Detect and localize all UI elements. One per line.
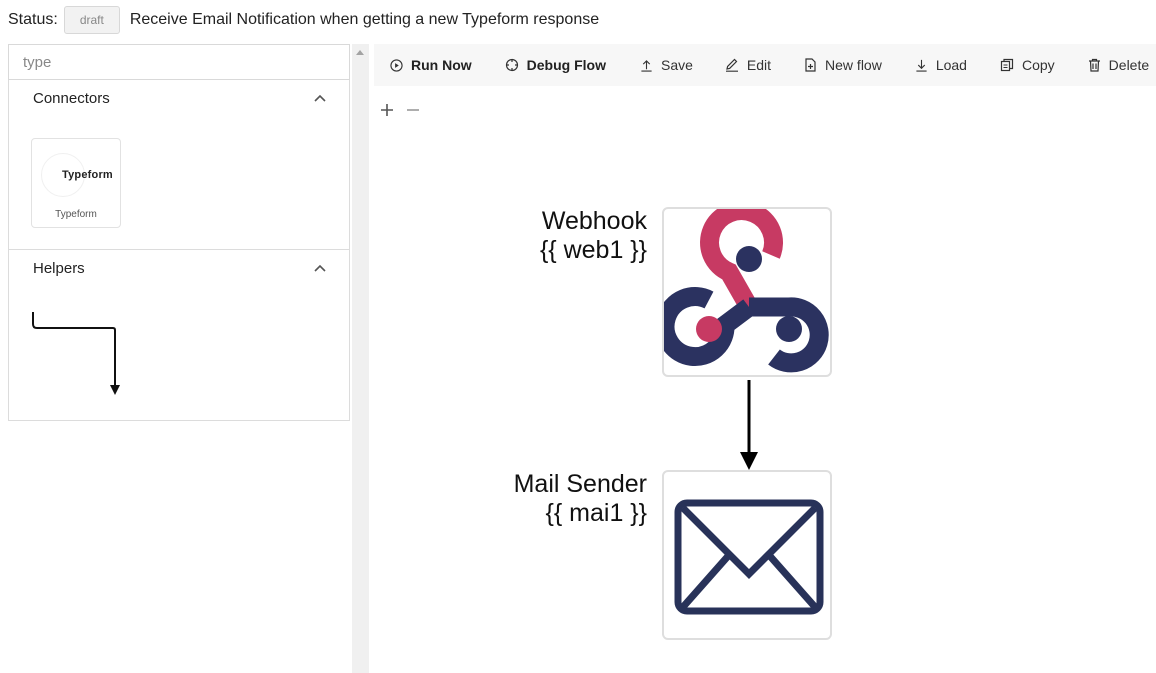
connector-arrow-helper-icon[interactable] [25,306,125,396]
run-now-button[interactable]: Run Now [390,57,472,73]
mail-sender-node[interactable] [662,470,832,640]
copy-label: Copy [1021,57,1055,73]
debug-flow-button[interactable]: Debug Flow [505,57,606,73]
webhook-icon [655,201,829,373]
status-label: Status: [8,11,58,28]
webhook-node-label: Webhook {{ web1 }} [347,207,647,265]
connection-arrow [740,380,758,470]
edit-label: Edit [746,57,772,73]
debug-flow-label: Debug Flow [526,57,606,73]
trash-icon [1088,58,1100,72]
pencil-icon [725,58,738,72]
webhook-node-ref: {{ web1 }} [539,236,647,264]
connectors-section: Connectors Typeform Typeform [8,80,350,250]
play-circle-icon [390,58,403,72]
delete-label: Delete [1108,57,1150,73]
save-label: Save [660,57,693,73]
save-button[interactable]: Save [640,57,693,73]
flow-title: Receive Email Notification when getting … [129,11,600,28]
upload-icon [641,59,652,72]
scroll-up-arrow-icon[interactable] [356,50,364,55]
status-bar: Status: draft Receive Email Notification… [8,6,599,34]
helpers-section-header[interactable]: Helpers [9,250,349,286]
webhook-node[interactable] [655,201,832,377]
new-file-icon [805,58,816,72]
helpers-section-title: Helpers [33,259,85,277]
mail-sender-node-label: Mail Sender {{ mai1 }} [347,470,647,528]
chevron-up-icon[interactable] [313,91,327,105]
connectors-section-header[interactable]: Connectors [9,80,349,116]
helpers-section: Helpers [8,250,350,421]
copy-icon [1000,58,1014,72]
connector-tile-typeform[interactable]: Typeform Typeform [31,138,121,228]
zoom-out-icon[interactable] [406,102,420,118]
edit-button[interactable]: Edit [725,57,771,73]
mail-sender-node-name: Mail Sender [513,470,647,498]
load-label: Load [935,57,967,73]
chevron-up-icon[interactable] [313,261,327,275]
search-input[interactable] [8,44,350,80]
connector-caption: Typeform [55,209,97,220]
toolbar: Run Now Debug Flow Save Edit New flow Lo… [374,44,1156,86]
vertical-scrollbar[interactable] [352,44,369,673]
run-now-label: Run Now [411,57,472,73]
new-flow-label: New flow [825,57,882,73]
crosshair-icon [505,58,518,72]
download-icon [916,59,927,72]
mail-sender-node-ref: {{ mai1 }} [545,499,647,527]
webhook-node-name: Webhook [541,207,647,235]
status-badge: draft [63,6,120,34]
load-button[interactable]: Load [915,57,967,73]
mail-icon [674,499,824,615]
zoom-in-icon[interactable] [380,102,394,118]
zoom-controls [380,102,432,118]
connectors-section-title: Connectors [33,89,110,107]
delete-button[interactable]: Delete [1088,57,1149,73]
typeform-logo-text: Typeform [62,169,113,181]
new-flow-button[interactable]: New flow [804,57,882,73]
left-panel: Connectors Typeform Typeform Helpers [8,44,350,421]
copy-button[interactable]: Copy [1000,57,1055,73]
